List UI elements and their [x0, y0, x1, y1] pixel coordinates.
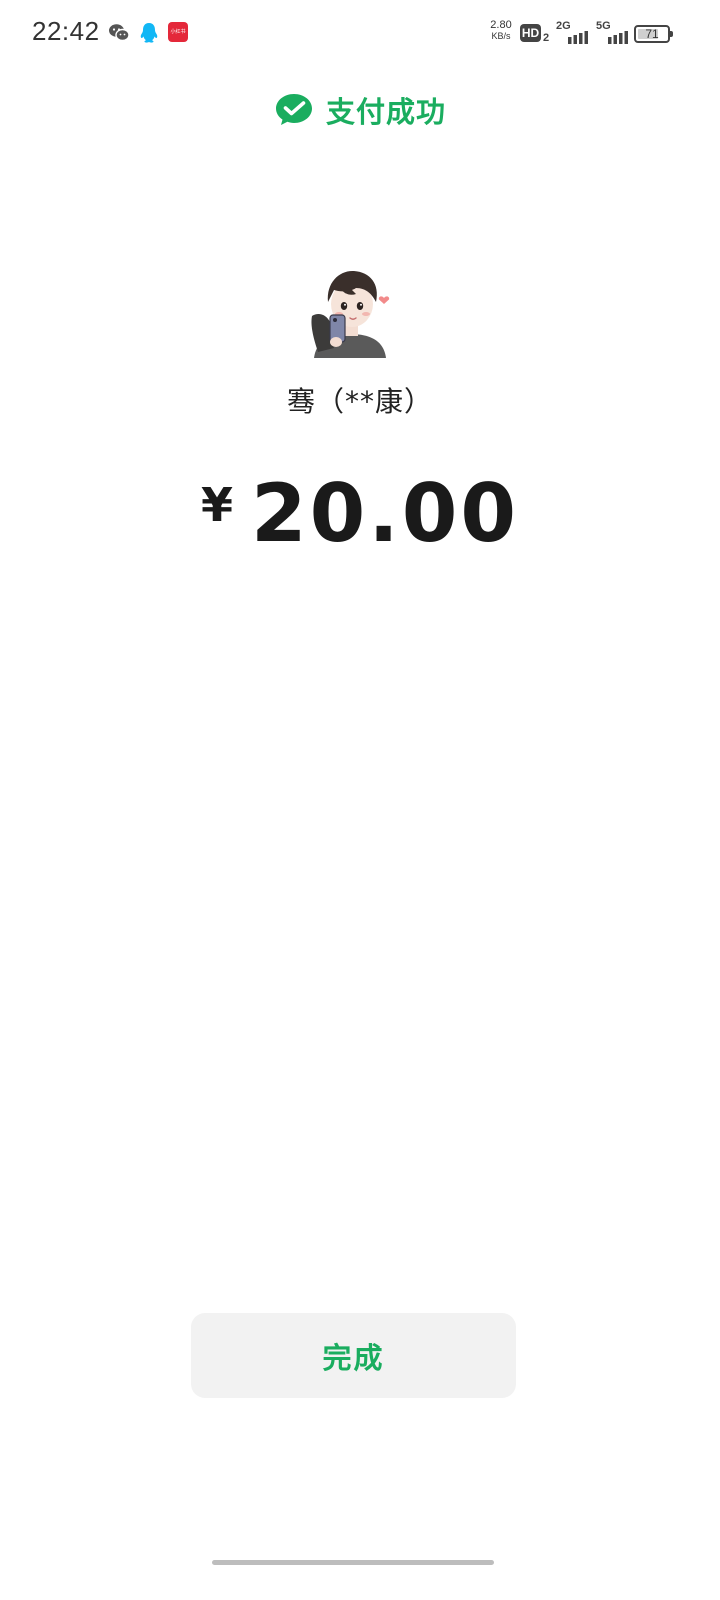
battery-level: 71: [645, 27, 659, 41]
hd-icon: HD 2: [520, 24, 550, 44]
done-button-label: 完成: [322, 1340, 385, 1375]
network-speed-value: 2.80: [490, 19, 512, 31]
network-speed-unit: KB/s: [491, 31, 511, 41]
battery-icon: 71: [634, 25, 674, 43]
payee-name: 骞（**康）: [286, 385, 433, 418]
payment-success-header: 支付成功: [0, 86, 720, 134]
home-indicator[interactable]: [212, 1560, 494, 1565]
done-button[interactable]: 完成: [191, 1313, 516, 1398]
payment-amount: ¥ 20.00: [0, 464, 720, 564]
network-speed: 2.80 KB/s: [486, 20, 516, 42]
hd-label: HD: [520, 24, 541, 42]
hd-sub-label: 2: [543, 32, 550, 44]
wechat-pay-icon: [274, 92, 314, 128]
status-indicators: 2.80 KB/s HD 2 2G 5G 71: [486, 20, 676, 48]
red-app-icon: 小红书: [168, 22, 188, 42]
status-bar: 22:42 小红书 2.80 KB/s HD 2 2G 5G 71: [0, 0, 720, 70]
avatar: [310, 268, 390, 358]
payment-success-title: 支付成功: [325, 95, 446, 129]
status-time: 22:42: [32, 16, 100, 46]
signal-5g-icon: 5G: [596, 20, 630, 46]
amount-value: 20.00: [250, 467, 520, 560]
wechat-icon: [108, 22, 130, 44]
battery-cap: [670, 31, 673, 37]
signal-2g-icon: 2G: [556, 20, 590, 46]
currency-symbol: ¥: [200, 478, 233, 532]
qq-icon: [138, 22, 160, 44]
